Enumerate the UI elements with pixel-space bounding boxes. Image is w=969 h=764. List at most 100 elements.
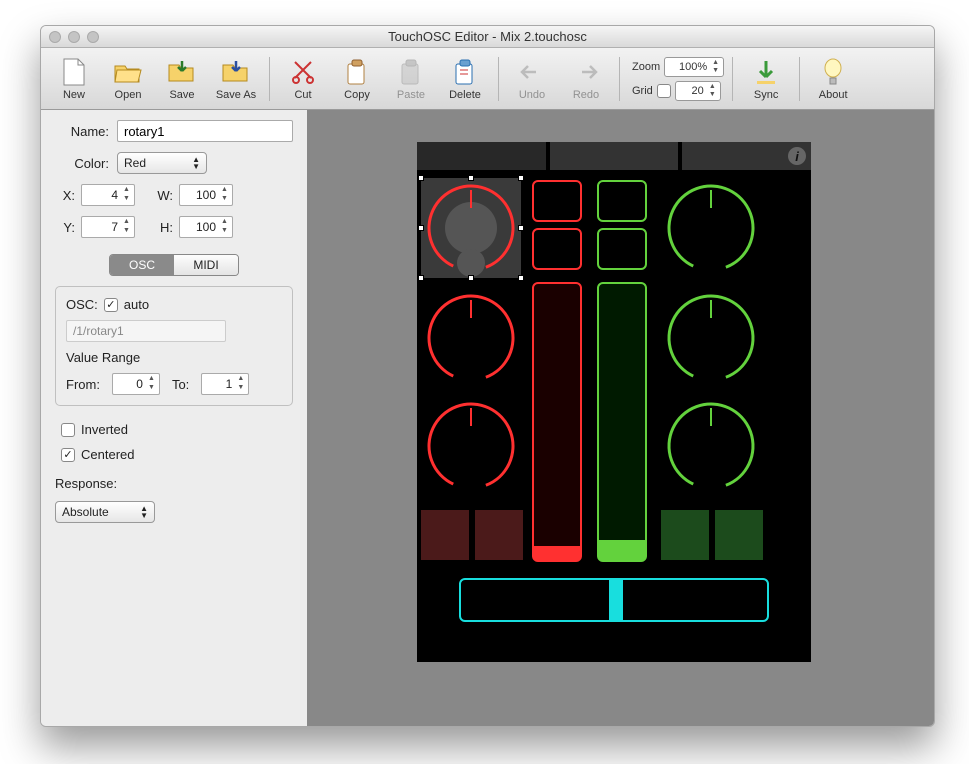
titlebar: TouchOSC Editor - Mix 2.touchosc	[41, 26, 934, 48]
about-button[interactable]: About	[808, 51, 858, 107]
toolbar-separator	[799, 57, 800, 101]
fader-widget[interactable]	[532, 282, 582, 562]
osc-path-field[interactable]: /1/rotary1	[66, 320, 226, 342]
window-title: TouchOSC Editor - Mix 2.touchosc	[41, 29, 934, 44]
push-widget[interactable]	[661, 510, 709, 560]
color-select[interactable]: Red ▲▼	[117, 152, 207, 174]
toolbar: New Open Save Save As Cut	[41, 48, 934, 110]
copy-button[interactable]: Copy	[332, 51, 382, 107]
inverted-checkbox[interactable]	[61, 423, 75, 437]
grid-checkbox[interactable]	[657, 84, 671, 98]
zoom-field[interactable]: 100% ▲▼	[664, 57, 724, 77]
page-tab[interactable]	[550, 142, 679, 170]
rotary-widget[interactable]	[661, 396, 761, 496]
grid-label: Grid	[632, 85, 653, 97]
rotary-widget[interactable]	[421, 178, 521, 278]
osc-midi-tabs: OSC MIDI	[109, 254, 239, 276]
properties-panel: Name: Color: Red ▲▼ X: 4▲▼ W: 100▲▼	[41, 110, 307, 726]
redo-icon	[571, 57, 601, 87]
h-label: H:	[153, 220, 173, 235]
fader-widget[interactable]	[459, 578, 769, 622]
push-widget[interactable]	[715, 510, 763, 560]
new-button[interactable]: New	[49, 51, 99, 107]
rotary-widget[interactable]	[661, 178, 761, 278]
x-field[interactable]: 4▲▼	[81, 184, 135, 206]
rotary-widget[interactable]	[661, 288, 761, 388]
button-widget[interactable]	[532, 228, 582, 270]
w-field[interactable]: 100▲▼	[179, 184, 233, 206]
osc-auto-label: auto	[124, 297, 149, 312]
osc-tab[interactable]: OSC	[110, 255, 174, 275]
osc-panel: OSC: ✓ auto /1/rotary1 Value Range From:…	[55, 286, 293, 406]
y-field[interactable]: 7▲▼	[81, 216, 135, 238]
button-widget[interactable]	[597, 180, 647, 222]
traffic-lights	[49, 31, 99, 43]
device-canvas[interactable]: i	[417, 142, 811, 662]
minimize-window-button[interactable]	[68, 31, 80, 43]
button-widget[interactable]	[597, 228, 647, 270]
push-widget[interactable]	[475, 510, 523, 560]
saveas-icon	[221, 57, 251, 87]
zoom-label: Zoom	[632, 61, 660, 73]
dropdown-arrows-icon: ▲▼	[140, 505, 148, 519]
dropdown-arrows-icon: ▲▼	[192, 156, 200, 170]
toolbar-separator	[269, 57, 270, 101]
w-label: W:	[153, 188, 173, 203]
delete-button[interactable]: Delete	[440, 51, 490, 107]
h-field[interactable]: 100▲▼	[179, 216, 233, 238]
paste-button[interactable]: Paste	[386, 51, 436, 107]
redo-button[interactable]: Redo	[561, 51, 611, 107]
info-icon[interactable]: i	[788, 147, 806, 165]
to-label: To:	[172, 377, 189, 392]
rotary-widget[interactable]	[421, 288, 521, 388]
name-label: Name:	[55, 124, 109, 139]
cut-button[interactable]: Cut	[278, 51, 328, 107]
app-window: TouchOSC Editor - Mix 2.touchosc New Ope…	[40, 25, 935, 727]
centered-checkbox[interactable]: ✓	[61, 448, 75, 462]
toolbar-separator	[619, 57, 620, 101]
x-label: X:	[55, 188, 75, 203]
sync-icon	[751, 57, 781, 87]
close-window-button[interactable]	[49, 31, 61, 43]
osc-auto-checkbox[interactable]: ✓	[104, 298, 118, 312]
open-icon	[113, 57, 143, 87]
cut-icon	[288, 57, 318, 87]
fader-widget[interactable]	[597, 282, 647, 562]
save-icon	[167, 57, 197, 87]
grid-field[interactable]: 20 ▲▼	[675, 81, 721, 101]
value-range-label: Value Range	[66, 350, 282, 365]
color-label: Color:	[55, 156, 109, 171]
to-field[interactable]: 1▲▼	[201, 373, 249, 395]
toolbar-separator	[732, 57, 733, 101]
new-icon	[59, 57, 89, 87]
saveas-button[interactable]: Save As	[211, 51, 261, 107]
button-widget[interactable]	[532, 180, 582, 222]
centered-label: Centered	[81, 447, 134, 462]
zoom-window-button[interactable]	[87, 31, 99, 43]
from-field[interactable]: 0▲▼	[112, 373, 160, 395]
undo-button[interactable]: Undo	[507, 51, 557, 107]
canvas-area[interactable]: i	[307, 110, 934, 726]
delete-icon	[450, 57, 480, 87]
about-icon	[818, 57, 848, 87]
push-widget[interactable]	[421, 510, 469, 560]
page-tabs	[417, 142, 811, 170]
midi-tab[interactable]: MIDI	[174, 255, 238, 275]
zoom-grid-controls: Zoom 100% ▲▼ Grid 20 ▲▼	[632, 57, 724, 101]
toolbar-separator	[498, 57, 499, 101]
sync-button[interactable]: Sync	[741, 51, 791, 107]
from-label: From:	[66, 377, 100, 392]
y-label: Y:	[55, 220, 75, 235]
copy-icon	[342, 57, 372, 87]
stepper-arrows[interactable]: ▲▼	[706, 83, 719, 99]
paste-icon	[396, 57, 426, 87]
page-tab[interactable]	[417, 142, 546, 170]
name-input[interactable]	[117, 120, 293, 142]
open-button[interactable]: Open	[103, 51, 153, 107]
response-select[interactable]: Absolute ▲▼	[55, 501, 155, 523]
undo-icon	[517, 57, 547, 87]
stepper-arrows[interactable]: ▲▼	[709, 59, 722, 75]
inverted-label: Inverted	[81, 422, 128, 437]
save-button[interactable]: Save	[157, 51, 207, 107]
rotary-widget[interactable]	[421, 396, 521, 496]
